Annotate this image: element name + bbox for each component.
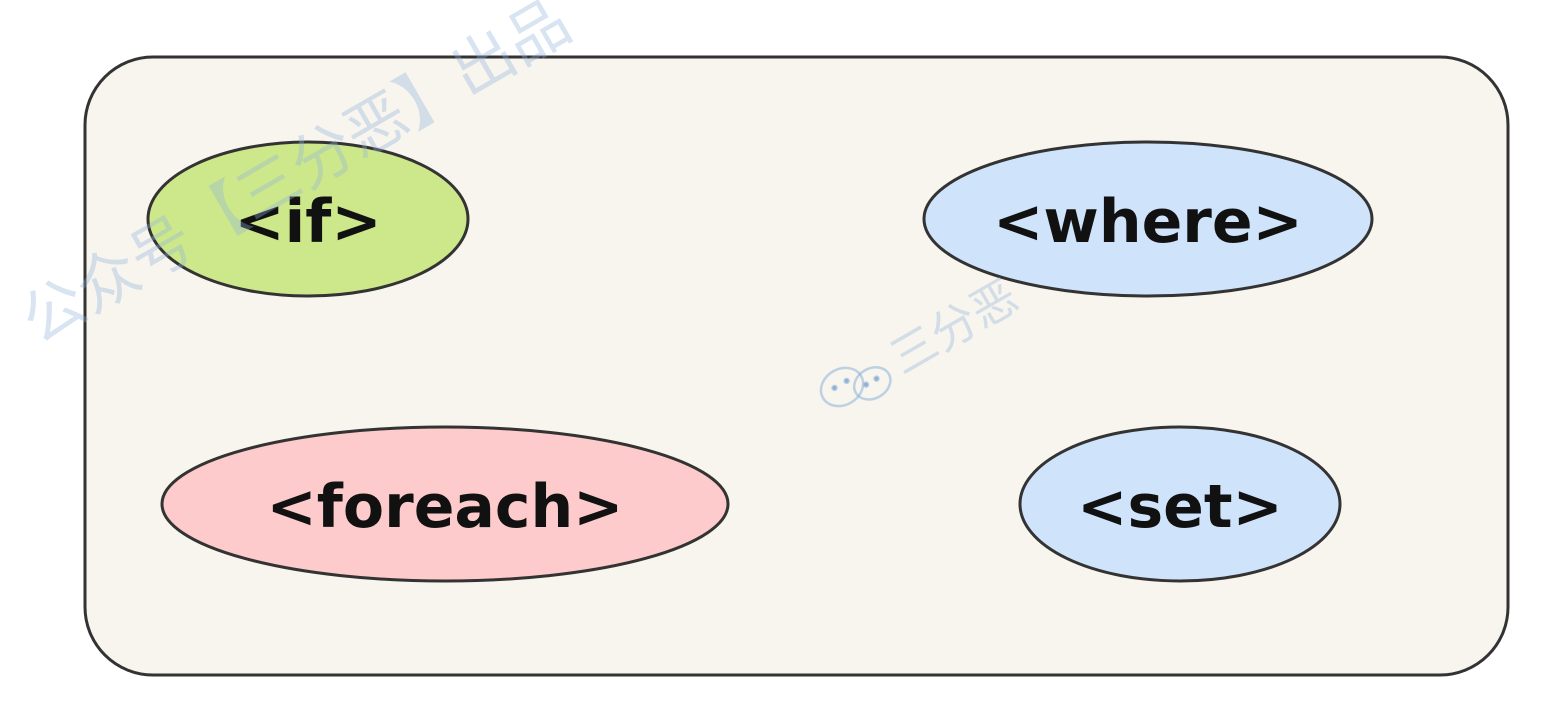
node-set: <set> [1018, 425, 1342, 583]
node-where: <where> [922, 140, 1374, 298]
node-foreach: <foreach> [160, 425, 730, 583]
node-where-label: <where> [993, 187, 1303, 257]
node-set-label: <set> [1077, 472, 1283, 542]
diagram-canvas: <if> <where> <foreach> <set> 公众号【三分恶】出品 … [9, 0, 1510, 677]
node-foreach-label: <foreach> [267, 472, 624, 542]
